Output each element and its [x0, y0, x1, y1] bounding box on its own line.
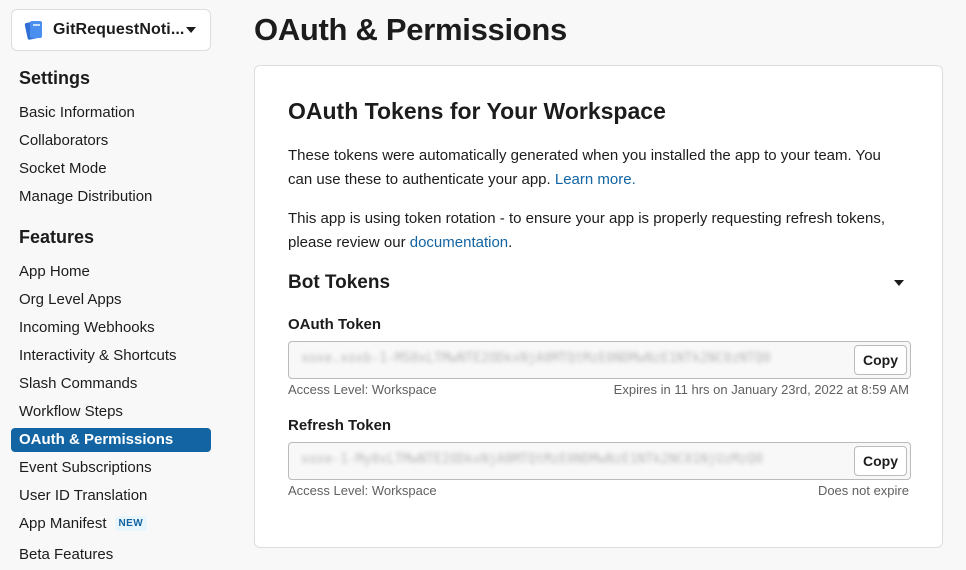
sidebar-item-app-home[interactable]: App Home — [11, 260, 211, 284]
tokens-description: These tokens were automatically generate… — [288, 147, 881, 188]
refresh-token-value: xoxe-1-My0xLTMwNTE2ODkxNjA0MTQtMzE0NDMwN… — [301, 452, 763, 467]
refresh-token-label: Refresh Token — [288, 417, 392, 434]
sidebar-item-workflow-steps[interactable]: Workflow Steps — [11, 400, 211, 424]
sidebar-item-user-id-translation[interactable]: User ID Translation — [11, 484, 211, 508]
oauth-token-field[interactable]: xoxe.xoxb-1-MS0xLTMwNTE2ODkxNjA0MTQtMzE0… — [288, 341, 911, 379]
sidebar-item-incoming-webhooks[interactable]: Incoming Webhooks — [11, 316, 211, 340]
collapse-caret-icon[interactable] — [894, 280, 904, 286]
settings-section-title: Settings — [19, 68, 91, 88]
bot-tokens-title: Bot Tokens — [288, 272, 391, 293]
copy-refresh-token-button[interactable]: Copy — [854, 446, 907, 476]
refresh-token-field[interactable]: xoxe-1-My0xLTMwNTE2ODkxNjA0MTQtMzE0NDMwN… — [288, 442, 911, 480]
sidebar-item-socket-mode[interactable]: Socket Mode — [11, 157, 211, 181]
sidebar-item-label: User ID Translation — [19, 487, 148, 504]
sidebar-item-label: App Manifest — [19, 515, 107, 532]
sidebar-item-basic-information[interactable]: Basic Information — [11, 101, 211, 125]
sidebar-item-label: OAuth & Permissions — [19, 431, 174, 448]
features-section-title: Features — [19, 227, 95, 247]
sidebar-item-collaborators[interactable]: Collaborators — [11, 129, 211, 153]
sidebar-item-beta-features[interactable]: Beta Features — [11, 543, 211, 567]
copy-oauth-token-button[interactable]: Copy — [854, 345, 907, 375]
sidebar-item-label: Incoming Webhooks — [19, 319, 155, 336]
sidebar-item-manage-distribution[interactable]: Manage Distribution — [11, 185, 211, 209]
sidebar-item-label: App Home — [19, 263, 90, 280]
sidebar-item-org-level-apps[interactable]: Org Level Apps — [11, 288, 211, 312]
card-title: OAuth Tokens for Your Workspace — [288, 98, 666, 124]
sidebar-item-label: Beta Features — [19, 546, 114, 563]
chevron-down-icon — [186, 27, 196, 33]
refresh-token-access-level: Access Level: Workspace — [288, 483, 437, 498]
sidebar-item-label: Event Subscriptions — [19, 459, 152, 476]
sidebar-item-label: Interactivity & Shortcuts — [19, 347, 177, 364]
oauth-token-label: OAuth Token — [288, 316, 382, 333]
sidebar-item-event-subscriptions[interactable]: Event Subscriptions — [11, 456, 211, 480]
oauth-token-expiry: Expires in 11 hrs on January 23rd, 2022 … — [613, 382, 909, 397]
sidebar-item-app-manifest[interactable]: App Manifest NEW — [11, 512, 211, 536]
refresh-token-expiry: Does not expire — [817, 483, 909, 498]
learn-more-link[interactable]: Learn more. — [555, 171, 636, 188]
oauth-tokens-card: OAuth Tokens for Your Workspace These to… — [254, 65, 943, 548]
new-badge: NEW — [114, 516, 148, 531]
sidebar-item-oauth-permissions[interactable]: OAuth & Permissions — [11, 428, 211, 452]
sidebar-item-label: Workflow Steps — [19, 403, 123, 420]
documentation-link[interactable]: documentation — [410, 234, 508, 251]
oauth-token-value: xoxe.xoxb-1-MS0xLTMwNTE2ODkxNjA0MTQtMzE0… — [301, 351, 771, 366]
sidebar-item-slash-commands[interactable]: Slash Commands — [11, 372, 211, 396]
oauth-token-access-level: Access Level: Workspace — [288, 382, 437, 397]
sidebar-item-label: Slash Commands — [19, 375, 138, 392]
sidebar: GitRequestNoti... Settings Basic Informa… — [0, 0, 222, 570]
sidebar-item-interactivity-shortcuts[interactable]: Interactivity & Shortcuts — [11, 344, 211, 368]
sidebar-item-label: Org Level Apps — [19, 291, 122, 308]
app-switcher-button[interactable]: GitRequestNoti... — [11, 9, 211, 51]
app-name: GitRequestNoti... — [53, 21, 185, 38]
page-title: OAuth & Permissions — [254, 12, 567, 47]
app-icon — [24, 21, 42, 40]
token-rotation-description: This app is using token rotation - to en… — [288, 210, 885, 251]
